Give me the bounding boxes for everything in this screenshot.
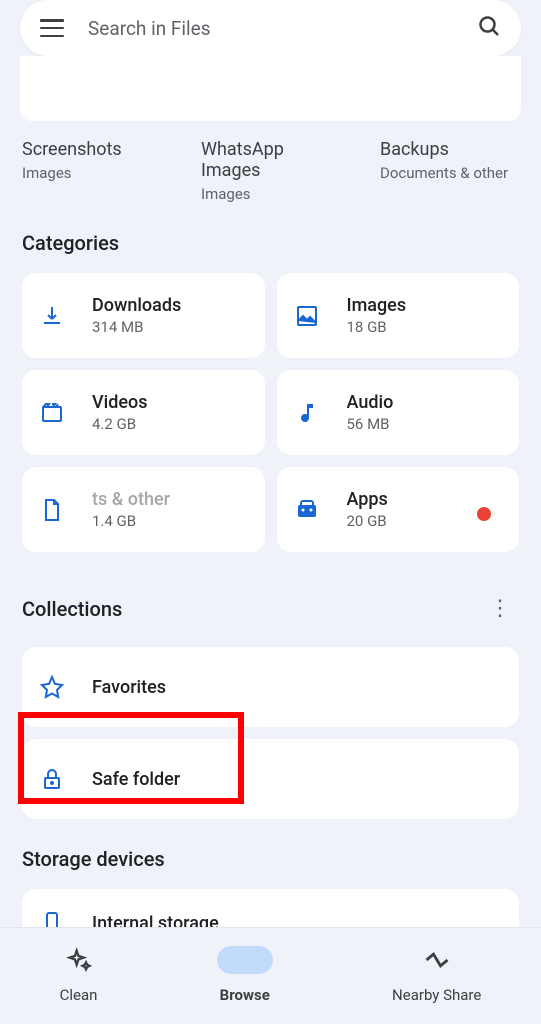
quick-item-whatsapp[interactable]: WhatsApp Images Images	[201, 139, 340, 203]
category-name: ts & other	[92, 489, 247, 510]
quick-item-subtitle: Images	[22, 164, 161, 182]
category-documents[interactable]: ts & other 1.4 GB	[22, 467, 265, 552]
nav-label: Nearby Share	[392, 986, 481, 1004]
category-images[interactable]: Images 18 GB	[277, 273, 520, 358]
search-icon[interactable]	[477, 14, 501, 42]
collection-favorites[interactable]: Favorites	[22, 647, 519, 727]
category-downloads[interactable]: Downloads 314 MB	[22, 273, 265, 358]
quick-item-title: Screenshots	[22, 139, 161, 160]
collections-header: Collections ⋮	[0, 588, 541, 647]
collection-name: Safe folder	[92, 769, 180, 790]
menu-icon[interactable]	[40, 19, 64, 37]
quick-item-screenshots[interactable]: Screenshots Images	[22, 139, 161, 203]
notification-dot	[477, 507, 491, 521]
nav-clean[interactable]: Clean	[60, 946, 98, 1004]
more-icon[interactable]: ⋮	[481, 588, 519, 629]
video-icon	[40, 401, 64, 425]
storage-heading: Storage devices	[0, 847, 541, 889]
category-videos[interactable]: Videos 4.2 GB	[22, 370, 265, 455]
category-name: Videos	[92, 392, 247, 413]
nav-browse[interactable]: Browse	[217, 946, 273, 1004]
category-audio[interactable]: Audio 56 MB	[277, 370, 520, 455]
category-size: 18 GB	[347, 318, 502, 336]
quick-item-title: Backups	[380, 139, 519, 160]
thumbnail-strip	[20, 56, 521, 121]
category-size: 4.2 GB	[92, 415, 247, 433]
folder-search-icon	[217, 946, 273, 974]
category-size: 56 MB	[347, 415, 502, 433]
nav-label: Clean	[60, 986, 98, 1004]
categories-grid: Downloads 314 MB Images 18 GB Videos 4.2…	[0, 273, 541, 552]
lock-icon	[40, 767, 64, 791]
category-name: Images	[347, 295, 502, 316]
quick-access-row: Screenshots Images WhatsApp Images Image…	[0, 121, 541, 231]
quick-item-title: WhatsApp Images	[201, 139, 340, 181]
search-bar[interactable]: Search in Files	[20, 0, 521, 56]
quick-item-subtitle: Documents & other	[380, 164, 519, 182]
nav-label: Browse	[220, 986, 270, 1004]
categories-heading: Categories	[0, 231, 541, 273]
collections-heading: Collections	[22, 597, 122, 621]
search-placeholder: Search in Files	[88, 17, 453, 40]
nav-nearby-share[interactable]: Nearby Share	[392, 946, 481, 1004]
apps-icon	[295, 498, 319, 522]
category-apps[interactable]: Apps 20 GB	[277, 467, 520, 552]
document-icon	[40, 498, 64, 522]
quick-item-subtitle: Images	[201, 185, 340, 203]
download-icon	[40, 304, 64, 328]
audio-icon	[295, 401, 319, 425]
bottom-nav: Clean Browse Nearby Share	[0, 927, 541, 1024]
category-name: Downloads	[92, 295, 247, 316]
category-name: Apps	[347, 489, 502, 510]
collection-name: Favorites	[92, 677, 166, 698]
category-size: 1.4 GB	[92, 512, 247, 530]
category-name: Audio	[347, 392, 502, 413]
collection-safe-folder[interactable]: Safe folder	[22, 739, 519, 819]
share-icon	[423, 946, 451, 974]
quick-item-backups[interactable]: Backups Documents & other	[380, 139, 519, 203]
image-icon	[295, 304, 319, 328]
category-size: 314 MB	[92, 318, 247, 336]
star-icon	[40, 675, 64, 699]
sparkle-icon	[65, 946, 93, 974]
